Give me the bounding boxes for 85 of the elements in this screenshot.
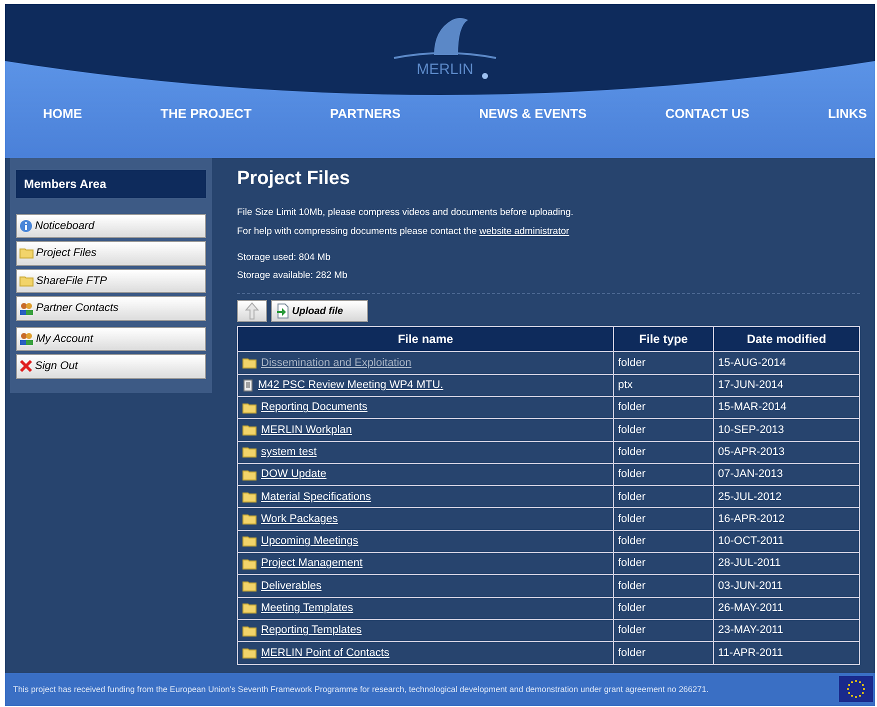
table-cell: 10-OCT-2011 — [714, 530, 860, 553]
file-link[interactable]: Reporting Templates — [261, 622, 362, 639]
file-link[interactable]: DOW Update — [261, 466, 326, 483]
folder-icon — [242, 446, 257, 458]
table-cell: 07-JAN-2013 — [714, 463, 860, 486]
table-cell: folder — [614, 486, 714, 508]
table-cell: ptx — [614, 374, 714, 396]
table-cell: folder — [614, 463, 714, 486]
table-cell: folder — [614, 642, 714, 664]
people-icon — [19, 332, 34, 346]
close-icon — [19, 359, 33, 374]
sidebar-item[interactable]: Partner Contacts — [16, 296, 206, 321]
column-header: File name — [238, 326, 614, 352]
logo: MERLIN — [390, 10, 500, 82]
table-cell: 25-JUL-2012 — [714, 486, 860, 508]
column-header: Date modified — [714, 326, 860, 352]
upload-icon — [276, 303, 290, 320]
folder-icon — [19, 274, 34, 287]
table-cell: folder — [614, 441, 714, 464]
info-icon — [19, 218, 33, 233]
sidebar-title: Members Area — [16, 170, 206, 198]
folder-icon — [242, 490, 257, 503]
table-cell: 17-JUN-2014 — [714, 374, 860, 396]
page-title: Project Files — [237, 168, 351, 190]
sidebar-item[interactable]: My Account — [16, 326, 206, 352]
file-link[interactable]: Meeting Templates — [261, 600, 354, 617]
table-cell: folder — [614, 530, 714, 553]
nav-link[interactable]: CONTACT US — [665, 104, 750, 124]
up-folder-button[interactable] — [237, 300, 267, 322]
folder-icon — [242, 402, 257, 414]
upload-file-button[interactable]: Upload file — [271, 300, 368, 322]
table-cell: 03-JUN-2011 — [714, 574, 860, 598]
nav-link[interactable]: NEWS & EVENTS — [479, 104, 587, 124]
table-cell: 26-MAY-2011 — [714, 597, 860, 620]
folder-icon — [242, 580, 257, 592]
table-cell: 15-AUG-2014 — [714, 352, 860, 374]
sidebar-item[interactable]: ShareFile FTP — [16, 268, 206, 294]
table-cell: 28-JUL-2011 — [714, 552, 860, 575]
table-cell: folder — [614, 352, 714, 374]
file-link[interactable]: Upcoming Meetings — [261, 533, 358, 550]
folder-icon — [242, 424, 257, 436]
sidebar-item[interactable]: Sign Out — [16, 354, 206, 379]
file-link[interactable]: system test — [261, 444, 317, 460]
file-link[interactable]: MERLIN Workplan — [261, 422, 352, 438]
folder-icon — [242, 535, 257, 548]
table-cell: folder — [614, 574, 714, 598]
table-cell: 15-MAR-2014 — [714, 396, 860, 419]
nav-link[interactable]: HOME — [43, 104, 82, 124]
help-note: For help with compressing documents please contact the website administrator — [237, 224, 570, 239]
up-arrow-icon — [244, 302, 260, 320]
storage-used: Storage used: 804 Mb — [237, 250, 332, 265]
table-cell: folder — [614, 597, 714, 620]
folder-icon — [242, 468, 257, 480]
file-link[interactable]: Deliverables — [261, 578, 322, 594]
folder-icon — [242, 624, 257, 637]
file-link[interactable]: Work Packages — [261, 510, 338, 528]
folder-icon — [242, 646, 257, 659]
table-cell: folder — [614, 508, 714, 530]
table-cell: 10-SEP-2013 — [714, 418, 860, 442]
sidebar-item[interactable]: Project Files — [16, 241, 206, 266]
table-cell: 11-APR-2011 — [714, 642, 860, 664]
admin-link[interactable]: website administrator — [479, 226, 570, 237]
folder-icon — [242, 602, 257, 614]
storage-available: Storage available: 282 Mb — [237, 269, 348, 284]
table-cell: folder — [614, 396, 714, 419]
size-limit-note: File Size Limit 10Mb, please compress videos and documents before uploading. — [237, 206, 574, 220]
nav-link[interactable]: THE PROJECT — [160, 104, 252, 124]
table-cell: folder — [614, 619, 714, 642]
column-header: File type — [614, 326, 714, 352]
nav-link[interactable]: LINKS — [828, 104, 867, 124]
table-cell: 16-APR-2012 — [714, 508, 860, 530]
sidebar-item[interactable]: Noticeboard — [16, 214, 206, 238]
folder-icon — [242, 558, 257, 570]
funding-notice: This project has received funding from the European Union's Seventh Framework Programme for research, technological development and demonstration under grant agreement no 266271. — [13, 683, 709, 696]
eu-flag-icon — [839, 676, 873, 702]
table-cell: folder — [614, 418, 714, 442]
folder-icon — [242, 513, 257, 526]
table-cell: 23-MAY-2011 — [714, 619, 860, 642]
table-cell: folder — [614, 552, 714, 575]
folder-icon — [19, 247, 34, 260]
table-cell: 05-APR-2013 — [714, 441, 860, 464]
document-icon — [242, 378, 254, 392]
folder-icon — [242, 357, 257, 370]
people-icon — [19, 302, 34, 315]
nav-link[interactable]: PARTNERS — [330, 104, 401, 124]
